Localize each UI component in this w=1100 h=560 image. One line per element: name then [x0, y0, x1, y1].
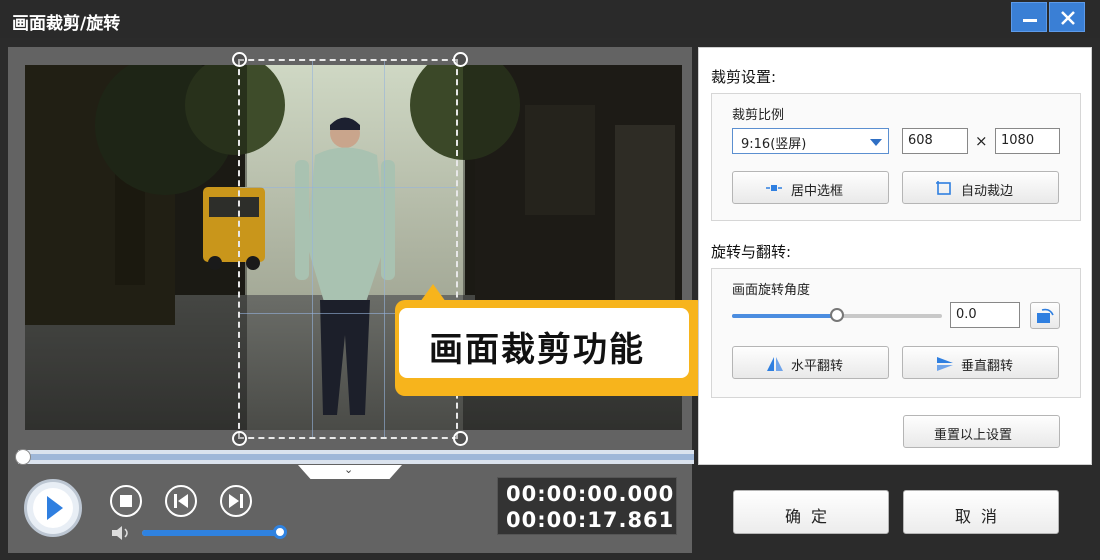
flip-horizontal-icon [767, 357, 783, 371]
crop-ratio-select[interactable]: 9:16(竖屏) [732, 128, 889, 154]
crop-ratio-label: 裁剪比例 [732, 108, 785, 123]
crop-width-input[interactable]: 608 [902, 128, 968, 154]
rotate-icon [1037, 308, 1054, 323]
rotation-angle-input[interactable]: 0.0 [950, 302, 1020, 328]
close-icon [1061, 11, 1075, 25]
collapse-toggle[interactable]: ⌄ [298, 465, 402, 479]
flip-vertical-icon [937, 357, 953, 371]
auto-crop-icon [936, 181, 951, 195]
previous-frame-button[interactable] [165, 485, 197, 517]
rotate-settings-group: 画面旋转角度 0.0 水平翻转 垂直翻转 [711, 268, 1081, 398]
window-title: 画面裁剪/旋转 [12, 14, 121, 34]
previous-frame-icon [174, 494, 188, 508]
ok-label: 确定 [784, 507, 837, 526]
time-display: 00:00:00.000 00:00:17.861 [497, 477, 677, 535]
center-selection-icon [766, 185, 782, 191]
volume-slider[interactable] [142, 525, 287, 539]
rotation-angle-slider[interactable] [732, 308, 942, 322]
volume-icon[interactable] [110, 524, 134, 546]
timeline-scrubber[interactable] [15, 449, 694, 465]
minimize-button[interactable] [1011, 2, 1047, 32]
play-button[interactable] [24, 479, 82, 537]
timeline-handle[interactable] [15, 449, 31, 465]
rotation-slider-handle[interactable] [830, 308, 844, 322]
reset-settings-button[interactable]: 重置以上设置 [903, 415, 1060, 448]
close-button[interactable] [1049, 2, 1085, 32]
crop-ratio-value: 9:16(竖屏) [741, 137, 807, 152]
auto-crop-label: 自动裁边 [961, 184, 1014, 199]
rotation-angle-label: 画面旋转角度 [732, 283, 811, 298]
play-icon [33, 488, 73, 528]
flip-horizontal-button[interactable]: 水平翻转 [732, 346, 889, 379]
crop-height-input[interactable]: 1080 [995, 128, 1060, 154]
crop-handle-bottom-left[interactable] [232, 431, 247, 446]
crop-section-title: 裁剪设置: [711, 68, 777, 86]
timeline-track [18, 454, 694, 460]
stop-icon [120, 495, 132, 507]
volume-slider-handle[interactable] [272, 525, 287, 539]
rotate-section-title: 旋转与翻转: [711, 243, 792, 261]
stop-button[interactable] [110, 485, 142, 517]
next-frame-button[interactable] [220, 485, 252, 517]
callout-arrow [420, 284, 446, 302]
crop-handle-bottom-right[interactable] [453, 431, 468, 446]
cancel-button[interactable]: 取消 [903, 490, 1059, 534]
ok-button[interactable]: 确定 [733, 490, 889, 534]
crop-grid-line [312, 61, 313, 437]
center-selection-label: 居中选框 [791, 184, 844, 199]
callout-text: 画面裁剪功能 [429, 330, 645, 370]
minimize-icon [1023, 19, 1037, 22]
center-selection-button[interactable]: 居中选框 [732, 171, 889, 204]
flip-horizontal-label: 水平翻转 [791, 359, 844, 374]
title-bar: 画面裁剪/旋转 [0, 0, 1100, 38]
chevron-down-icon: ⌄ [344, 463, 354, 476]
volume-slider-fill [142, 530, 280, 536]
settings-panel: 裁剪设置: 裁剪比例 9:16(竖屏) 608 × 1080 居中选框 自动裁边… [698, 47, 1092, 465]
feature-callout: 画面裁剪功能 [395, 284, 707, 396]
next-frame-icon [229, 494, 243, 508]
reset-settings-label: 重置以上设置 [934, 428, 1013, 443]
rotate-button[interactable] [1030, 302, 1060, 329]
crop-handle-top-right[interactable] [453, 52, 468, 67]
flip-vertical-button[interactable]: 垂直翻转 [902, 346, 1059, 379]
cancel-label: 取消 [954, 507, 1007, 526]
flip-vertical-label: 垂直翻转 [961, 359, 1014, 374]
total-time: 00:00:17.861 [506, 508, 675, 532]
dropdown-arrow-icon [870, 139, 882, 146]
crop-grid-line [240, 187, 456, 188]
auto-crop-button[interactable]: 自动裁边 [902, 171, 1059, 204]
dimension-separator: × [975, 132, 988, 150]
crop-settings-group: 裁剪比例 9:16(竖屏) 608 × 1080 居中选框 自动裁边 [711, 93, 1081, 221]
current-time: 00:00:00.000 [506, 482, 675, 506]
rotation-slider-fill [732, 314, 837, 318]
crop-grid-line [384, 61, 385, 437]
crop-handle-top-left[interactable] [232, 52, 247, 67]
